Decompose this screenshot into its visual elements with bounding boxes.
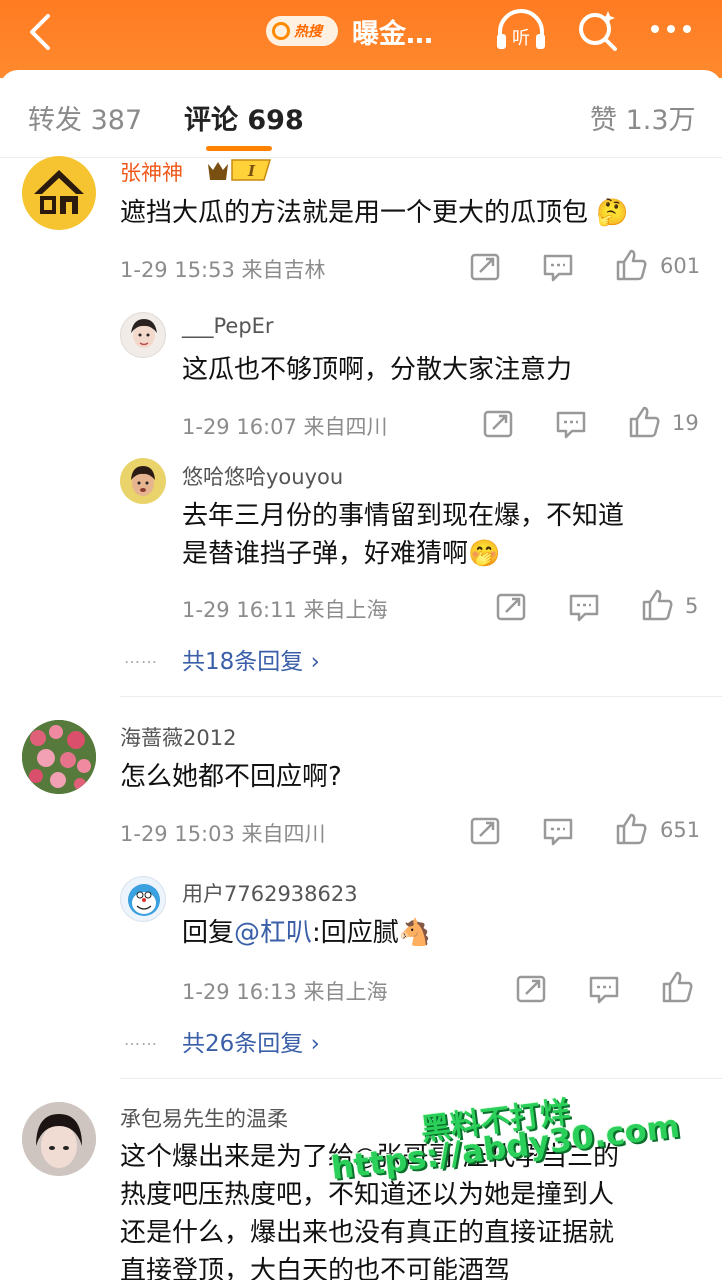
comment-icon[interactable] bbox=[587, 972, 621, 1006]
avatar-cartoon-icon bbox=[128, 884, 160, 916]
comment-text-line: 还是什么，爆出来也没有真正的直接证据就 bbox=[120, 1218, 615, 1248]
tab-comments[interactable]: 评论 698 bbox=[184, 98, 304, 137]
reply-text-line: 去年三月份的事情留到现在爆，不知道 bbox=[182, 501, 625, 531]
reply-time: 1-29 16:07 来自四川 bbox=[182, 415, 388, 439]
comment-icon[interactable] bbox=[541, 814, 575, 848]
avatar[interactable] bbox=[22, 156, 96, 230]
reply-time: 1-29 16:11 来自上海 bbox=[182, 598, 388, 622]
svg-text:I: I bbox=[247, 162, 256, 180]
reply-username[interactable]: 用户7762938623 bbox=[182, 878, 358, 908]
avatar[interactable] bbox=[120, 458, 166, 504]
like-count: 5 bbox=[685, 594, 699, 618]
avatar-portrait-icon bbox=[22, 1102, 96, 1176]
avatar-portrait-icon bbox=[131, 319, 157, 348]
avatar-roses-icon bbox=[22, 720, 96, 794]
ai-search-icon[interactable] bbox=[576, 8, 620, 52]
like-icon[interactable] bbox=[614, 248, 648, 282]
listen-headphones-icon[interactable]: 听 bbox=[494, 8, 548, 52]
comment-username[interactable]: 承包易先生的温柔 bbox=[120, 1103, 288, 1133]
search-icon bbox=[272, 22, 290, 40]
like-count: 19 bbox=[672, 411, 699, 435]
comment-icon[interactable] bbox=[554, 407, 588, 441]
comment-time: 1-29 15:53 来自吉林 bbox=[120, 258, 326, 282]
divider bbox=[120, 696, 722, 697]
repost-icon[interactable] bbox=[481, 407, 515, 441]
divider bbox=[120, 1078, 722, 1079]
like-icon[interactable] bbox=[627, 405, 661, 439]
reply-text-line: 是替谁挡子弹，好难猜啊🤭 bbox=[182, 539, 501, 569]
like-icon[interactable] bbox=[614, 812, 648, 846]
avatar[interactable] bbox=[120, 312, 166, 358]
comment-icon[interactable] bbox=[541, 250, 575, 284]
active-tab-indicator bbox=[206, 146, 272, 151]
hot-topic-title[interactable]: 曝金… bbox=[352, 12, 433, 51]
avatar[interactable] bbox=[120, 876, 166, 922]
back-arrow-icon[interactable] bbox=[22, 10, 62, 54]
svg-text:听: 听 bbox=[512, 28, 530, 49]
more-replies-link[interactable]: 共18条回复 › bbox=[182, 642, 320, 676]
tab-repost[interactable]: 转发 387 bbox=[28, 98, 142, 137]
reply-text: 回复@杠叭:回应腻🐴 bbox=[182, 918, 432, 948]
reply-text: 这瓜也不够顶啊，分散大家注意力 bbox=[182, 355, 573, 385]
reply-username[interactable]: ___PepEr bbox=[182, 314, 274, 338]
avatar-portrait-icon bbox=[131, 466, 155, 496]
mention-link[interactable]: @杠叭 bbox=[234, 918, 312, 948]
comment-username[interactable]: 张神神 bbox=[120, 157, 183, 187]
like-icon[interactable] bbox=[640, 588, 674, 622]
like-icon[interactable] bbox=[660, 970, 694, 1004]
repost-icon[interactable] bbox=[514, 972, 548, 1006]
reply-username[interactable]: 悠哈悠哈youyou bbox=[182, 461, 343, 491]
tab-bar: 转发 387 评论 698 赞 1.3万 bbox=[0, 70, 722, 158]
comment-time: 1-29 15:03 来自四川 bbox=[120, 822, 326, 846]
like-count: 601 bbox=[660, 254, 701, 278]
like-count: 651 bbox=[660, 818, 701, 842]
thread-dots: …… bbox=[124, 648, 158, 667]
comment-username[interactable]: 海蔷薇2012 bbox=[120, 722, 236, 752]
reply-time: 1-29 16:13 来自上海 bbox=[182, 980, 388, 1004]
comment-text: 遮挡大瓜的方法就是用一个更大的瓜顶包 🤔 bbox=[120, 198, 629, 228]
avatar[interactable] bbox=[22, 1102, 96, 1176]
top-bar: 热搜 曝金… 听 bbox=[0, 0, 722, 78]
avatar[interactable] bbox=[22, 720, 96, 794]
repost-icon[interactable] bbox=[494, 590, 528, 624]
hot-search-label: 热搜 bbox=[294, 24, 322, 40]
thread-dots: …… bbox=[124, 1030, 158, 1049]
comment-text-line: 直接登顶，大白天的也不可能酒驾 bbox=[120, 1256, 511, 1280]
comment-icon[interactable] bbox=[567, 590, 601, 624]
tab-likes[interactable]: 赞 1.3万 bbox=[590, 98, 696, 137]
avatar-logo-icon bbox=[34, 170, 84, 214]
more-icon[interactable] bbox=[646, 14, 696, 44]
repost-icon[interactable] bbox=[468, 814, 502, 848]
repost-icon[interactable] bbox=[468, 250, 502, 284]
vip-badge-icon: I bbox=[208, 159, 272, 181]
hot-search-badge[interactable]: 热搜 bbox=[266, 16, 338, 46]
more-replies-link[interactable]: 共26条回复 › bbox=[182, 1024, 320, 1058]
comment-text: 怎么她都不回应啊? bbox=[120, 762, 342, 792]
